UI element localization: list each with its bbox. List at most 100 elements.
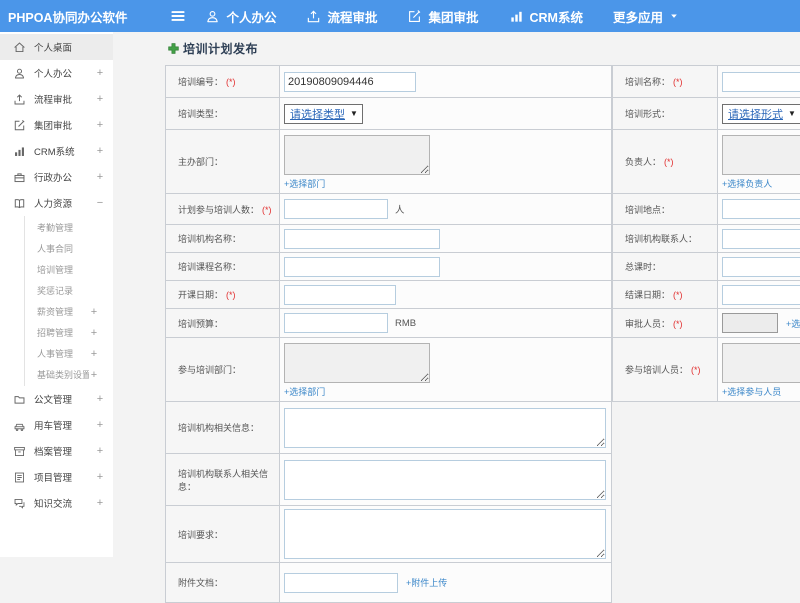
expand-toggle[interactable]: + [89,327,99,339]
sidebar-item-label: 集团审批 [34,118,95,132]
sidebar-item[interactable]: 个人办公+ [0,60,113,86]
expand-toggle[interactable]: + [95,119,105,131]
chart-icon [13,145,26,158]
picker-textarea[interactable] [722,135,800,175]
action-link[interactable]: +选择部门 [284,387,325,397]
picker-textarea[interactable] [284,343,430,383]
field-label: 总课时： [625,262,661,272]
expand-toggle[interactable]: + [89,369,99,381]
sidebar-item[interactable]: CRM系统+ [0,138,113,164]
top-nav-item[interactable]: CRM系统 [509,7,583,26]
expand-toggle[interactable]: + [89,306,99,318]
sidebar-subitem[interactable]: 奖惩记录 [25,280,113,301]
expand-toggle[interactable]: − [95,197,105,209]
form-row: 开课日期：(*) [166,281,612,309]
top-nav-item[interactable]: 集团审批 [407,7,478,26]
upload-icon [13,93,26,106]
expand-toggle[interactable]: + [95,471,105,483]
top-nav-item[interactable]: 更多应用 [613,7,679,26]
field-label: 结课日期： [625,290,670,300]
select-dropdown[interactable]: 请选择类型▼ [284,104,363,124]
field-cell [280,506,612,563]
sidebar-item[interactable]: 用车管理+ [0,412,113,438]
text-input[interactable] [722,285,800,305]
sidebar-subitem[interactable]: 基础类别设置+ [25,364,113,385]
sidebar-item-label: 公文管理 [34,392,95,406]
text-input[interactable] [284,313,388,333]
textarea-input[interactable] [284,460,606,500]
field-label: 培训名称： [625,77,670,87]
expand-toggle[interactable]: + [95,67,105,79]
field-label: 附件文档： [178,578,223,588]
caret-down-icon: ▼ [788,110,796,118]
sidebar-item[interactable]: 流程审批+ [0,86,113,112]
text-input[interactable] [722,199,800,219]
expand-toggle[interactable]: + [95,145,105,157]
expand-toggle[interactable]: + [95,93,105,105]
action-link[interactable]: +选择负责人 [722,179,772,189]
expand-toggle[interactable]: + [95,497,105,509]
sidebar: 个人桌面个人办公+流程审批+集团审批+CRM系统+行政办公+人力资源−考勤管理人… [0,32,114,557]
action-link[interactable]: +附件上传 [406,578,447,588]
main-content: 培训计划发布 培训编号：(*)培训类型：请选择类型▼主办部门：+选择部门计划参与… [113,32,800,557]
text-input[interactable] [722,229,800,249]
expand-toggle[interactable]: + [95,171,105,183]
form-row: 培训类型：请选择类型▼ [166,98,612,130]
picker-box[interactable] [722,313,778,333]
sidebar-subitem[interactable]: 招聘管理+ [25,322,113,343]
sidebar-subitem-label: 人事合同 [37,242,89,255]
field-label-cell: 结课日期：(*) [613,281,718,309]
picker-textarea[interactable] [284,135,430,175]
field-label-cell: 负责人：(*) [613,130,718,194]
top-nav-item[interactable]: 个人办公 [205,7,276,26]
textarea-input[interactable] [284,408,606,448]
sidebar-subitem[interactable]: 人事合同 [25,238,113,259]
expand-toggle[interactable]: + [89,348,99,360]
text-input[interactable] [284,229,440,249]
field-label: 培训要求： [178,530,223,540]
sidebar-item[interactable]: 公文管理+ [0,386,113,412]
field-label: 开课日期： [178,290,223,300]
sidebar-item[interactable]: 集团审批+ [0,112,113,138]
nav-item-label: 个人办公 [226,7,276,26]
action-link[interactable]: +选择参与人员 [722,387,781,397]
sidebar-subitem[interactable]: 培训管理 [25,259,113,280]
text-input[interactable] [284,72,416,92]
form-row: 培训预算：RMB [166,309,612,338]
sidebar-subitem[interactable]: 人事管理+ [25,343,113,364]
sidebar-item[interactable]: 人力资源− [0,190,113,216]
action-link[interactable]: +选择审批人员 [786,319,800,329]
action-link[interactable]: +选择部门 [284,179,325,189]
textarea-input[interactable] [284,509,606,559]
field-label: 培训机构联系人相关信息： [178,469,268,492]
sidebar-subitem[interactable]: 考勤管理 [25,217,113,238]
field-label: 培训预算： [178,319,223,329]
expand-toggle[interactable]: + [95,393,105,405]
sidebar-item[interactable]: 项目管理+ [0,464,113,490]
required-mark: (*) [673,77,683,87]
text-input[interactable] [284,257,440,277]
text-input[interactable] [722,257,800,277]
sidebar-item[interactable]: 档案管理+ [0,438,113,464]
sidebar-subitem[interactable]: 薪资管理+ [25,301,113,322]
expand-toggle[interactable]: + [95,419,105,431]
expand-toggle[interactable]: + [95,445,105,457]
text-input[interactable] [284,285,396,305]
picker-textarea[interactable] [722,343,800,383]
text-input[interactable] [284,573,398,593]
sidebar-item[interactable]: 行政办公+ [0,164,113,190]
sidebar-item[interactable]: 知识交流+ [0,490,113,516]
form-row: 培训地点： [613,194,800,225]
select-dropdown[interactable]: 请选择形式▼ [722,104,800,124]
text-input[interactable] [284,199,388,219]
form-row: 培训机构相关信息： [166,402,612,454]
picker-link-row: +选择部门 [284,385,607,398]
sidebar-subitem-label: 薪资管理 [37,305,89,318]
top-nav-item[interactable]: 流程审批 [306,7,377,26]
sidebar-subitem-label: 基础类别设置 [37,368,89,381]
field-label-cell: 总课时： [613,253,718,281]
text-input[interactable] [722,72,800,92]
menu-icon[interactable] [169,7,187,25]
sidebar-item[interactable]: 个人桌面 [0,34,113,60]
app-brand: PHPOA协同办公软件 [0,7,127,26]
